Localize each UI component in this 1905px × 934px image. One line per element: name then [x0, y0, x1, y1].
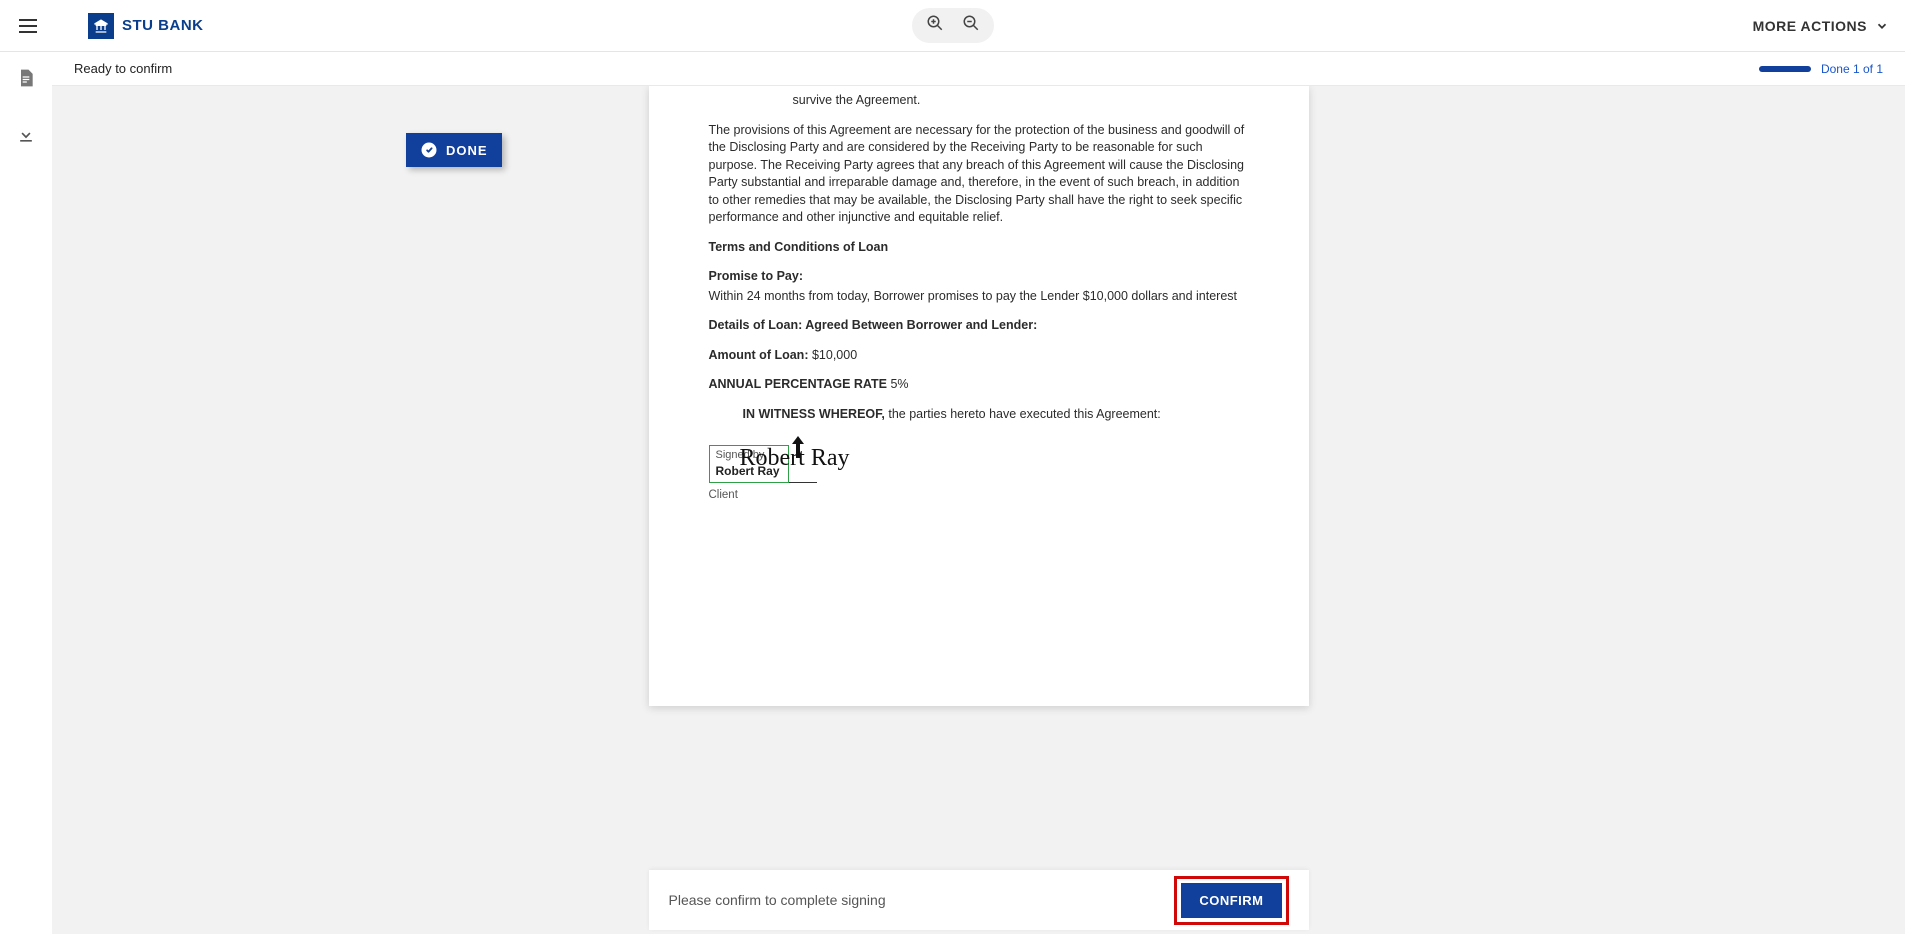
signature-line — [787, 482, 817, 483]
witness-label: IN WITNESS WHEREOF, — [743, 407, 885, 421]
zoom-controls — [912, 8, 994, 43]
check-circle-icon — [420, 141, 438, 159]
more-actions-label: MORE ACTIONS — [1753, 18, 1867, 34]
promise-label: Promise to Pay: — [709, 269, 803, 283]
status-bar: Ready to confirm Done 1 of 1 — [52, 52, 1905, 86]
promise-text: Within 24 months from today, Borrower pr… — [709, 288, 1249, 306]
signature-box[interactable]: Signed by Robert Ray Robert Ray — [709, 445, 789, 483]
confirm-message: Please confirm to complete signing — [669, 892, 886, 908]
document-page: survive the Agreement. The provisions of… — [649, 86, 1309, 706]
tc-heading: Terms and Conditions of Loan — [709, 240, 889, 254]
details-heading: Details of Loan: Agreed Between Borrower… — [709, 318, 1038, 332]
app-header: STU BANK MORE ACTIONS — [0, 0, 1905, 52]
document-canvas: DONE survive the Agreement. The provisio… — [52, 86, 1905, 934]
apr-label: ANNUAL PERCENTAGE RATE — [709, 377, 887, 391]
clause-provisions: The provisions of this Agreement are nec… — [709, 122, 1249, 227]
chevron-down-icon — [1875, 19, 1889, 33]
witness-text: the parties hereto have executed this Ag… — [885, 407, 1161, 421]
status-text: Ready to confirm — [74, 61, 172, 76]
brand: STU BANK — [88, 13, 204, 39]
amount-value: $10,000 — [808, 348, 857, 362]
more-actions-menu[interactable]: MORE ACTIONS — [1753, 18, 1889, 34]
done-badge-label: DONE — [446, 143, 488, 158]
left-rail — [0, 52, 52, 934]
progress-chip: Done 1 of 1 — [1759, 62, 1883, 76]
confirm-button[interactable]: CONFIRM — [1181, 883, 1281, 918]
bank-logo-icon — [88, 13, 114, 39]
progress-bar — [1759, 66, 1811, 72]
signature-arrow-icon — [788, 436, 808, 468]
client-label: Client — [709, 487, 1249, 503]
clause-survive: survive the Agreement. — [709, 92, 1249, 110]
amount-label: Amount of Loan: — [709, 348, 809, 362]
zoom-out-icon[interactable] — [962, 14, 980, 37]
confirm-bar: Please confirm to complete signing CONFI… — [649, 870, 1309, 930]
hamburger-menu-icon[interactable] — [16, 14, 40, 38]
brand-name: STU BANK — [122, 17, 204, 34]
apr-value: 5% — [887, 377, 909, 391]
progress-text: Done 1 of 1 — [1821, 62, 1883, 76]
document-icon[interactable] — [16, 68, 36, 93]
done-badge[interactable]: DONE — [406, 133, 502, 167]
confirm-highlight: CONFIRM — [1174, 876, 1288, 925]
zoom-in-icon[interactable] — [926, 14, 944, 37]
download-icon[interactable] — [16, 125, 36, 150]
